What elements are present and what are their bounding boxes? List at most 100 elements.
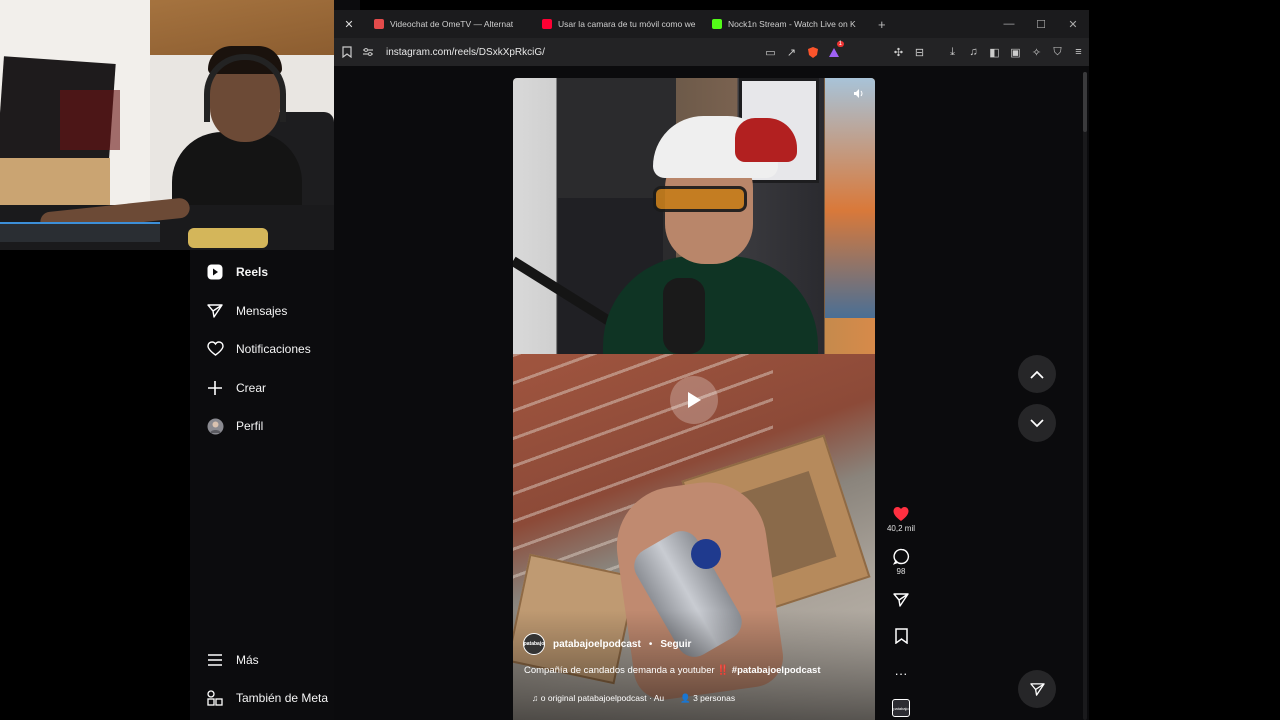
scrollbar-thumb[interactable] (1083, 72, 1087, 132)
next-reel-button[interactable] (1018, 404, 1056, 442)
sidebar-toggle-icon[interactable]: ◧ (984, 38, 1005, 66)
like-button[interactable]: 40,2 mil (886, 506, 916, 533)
kick-favicon-icon (712, 19, 722, 29)
separator-dot: • (648, 638, 653, 650)
music-icon[interactable]: ♫ (963, 38, 984, 66)
cast-icon[interactable]: ▭ (760, 38, 781, 66)
close-window-icon[interactable]: ✕ (1057, 10, 1089, 38)
tab-camara[interactable]: Usar la camara de tu móvil como we (532, 10, 702, 38)
download-icon[interactable]: ⤓ (942, 38, 963, 66)
menu-icon (206, 651, 224, 669)
sidebar-item-tambien-de-meta[interactable]: También de Meta (206, 687, 328, 709)
browser-menu-icon[interactable]: ≡ (1068, 38, 1089, 66)
reel-author: patabajo patabajoelpodcast • Seguir (523, 633, 691, 655)
author-avatar[interactable]: patabajo (523, 633, 545, 655)
scrollbar[interactable] (1083, 72, 1087, 720)
sidebar-item-label: Notificaciones (236, 342, 311, 356)
audio-cover: patabajo (892, 699, 910, 717)
comment-count: 98 (896, 567, 906, 576)
ellipsis-icon: ··· (894, 666, 908, 681)
video-frame-top (513, 78, 875, 366)
audio-label: o original patabajoelpodcast · Au (540, 693, 665, 703)
brave-shield-icon[interactable] (802, 38, 823, 66)
browser-window: ✕ Videochat de OmeTV — Alternat Usar la … (334, 10, 1089, 720)
heart-icon (206, 340, 224, 358)
caption-hashtag[interactable]: #patabajoelpodcast (732, 665, 821, 676)
chevron-up-icon (1030, 370, 1044, 379)
tab-label: Usar la camara de tu móvil como we (558, 19, 696, 29)
plus-icon (206, 379, 224, 397)
caption-emoji: ‼️ (717, 665, 730, 676)
person-icon: 👤 (680, 693, 691, 703)
tab-kick[interactable]: Nock1n Stream - Watch Live on K (702, 10, 868, 38)
minimize-icon[interactable]: — (993, 10, 1025, 38)
new-tab-button[interactable]: + (868, 10, 896, 38)
sidebar-item-label: Crear (236, 381, 267, 395)
audio-link[interactable]: ♫ o original patabajoelpodcast · Au (532, 693, 664, 704)
reels-icon (206, 263, 224, 281)
more-options-button[interactable]: ··· (886, 666, 916, 681)
site-info-icon[interactable] (357, 38, 378, 66)
share-button[interactable] (886, 592, 916, 608)
audio-thumbnail[interactable]: patabajo (886, 699, 916, 717)
send-icon (206, 302, 224, 320)
share-icon[interactable]: ↗ (781, 38, 802, 66)
people-label: 3 personas (693, 693, 736, 703)
author-name[interactable]: patabajoelpodcast (553, 639, 641, 650)
close-tab-icon[interactable]: ✕ (334, 10, 364, 38)
bookmark-icon (894, 628, 908, 644)
reel-caption: Compañía de candados demanda a youtuber … (524, 665, 821, 676)
leo-ai-icon[interactable]: ✧ (1026, 38, 1047, 66)
comment-icon (892, 548, 909, 565)
window-controls: — ☐ ✕ (993, 10, 1089, 38)
tab-bar: ✕ Videochat de OmeTV — Alternat Usar la … (334, 10, 1089, 38)
tab-label: Nock1n Stream - Watch Live on K (728, 19, 856, 29)
music-note-icon: ♫ (532, 693, 539, 703)
tab-ometv[interactable]: Videochat de OmeTV — Alternat (364, 10, 532, 38)
reel-meta: ♫ o original patabajoelpodcast · Au 👤 3 … (532, 693, 735, 704)
sound-icon[interactable] (853, 88, 865, 102)
sidebar-item-label: Perfil (236, 419, 264, 433)
sidebar-item-mensajes[interactable]: Mensajes (206, 300, 287, 322)
address-bar: instagram.com/reels/DSxkXpRkciG/ ▭ ↗ 1 ✣… (334, 38, 1089, 66)
chevron-down-icon (1030, 418, 1044, 427)
vpn-icon[interactable]: ⛉ (1047, 38, 1068, 66)
rewards-badge: 1 (836, 41, 844, 47)
tagged-people[interactable]: 👤 3 personas (680, 693, 735, 704)
save-button[interactable] (886, 628, 916, 644)
page-content: patabajo patabajoelpodcast • Seguir Comp… (334, 66, 1089, 720)
sidebar-item-mas[interactable]: Más (206, 649, 259, 671)
sidebar-item-label: Reels (236, 265, 269, 279)
sidebar-item-label: Mensajes (236, 304, 288, 318)
sidebar-item-label: También de Meta (236, 691, 329, 705)
heart-filled-icon (893, 507, 909, 521)
caption-text: Compañía de candados demanda a youtuber (524, 665, 715, 676)
sidebar-item-label: Más (236, 653, 259, 667)
webcam-overlay (0, 0, 334, 250)
comment-button[interactable]: 98 (886, 548, 916, 576)
grid-icon (206, 689, 224, 707)
tab-label: Videochat de OmeTV — Alternat (390, 19, 514, 29)
send-icon (1029, 682, 1045, 696)
play-button[interactable] (670, 376, 718, 424)
wallet-icon[interactable]: ▣ (1005, 38, 1026, 66)
like-count: 40,2 mil (886, 524, 915, 533)
brave-rewards-icon[interactable]: 1 (823, 38, 844, 66)
sidebar-item-reels[interactable]: Reels (206, 261, 268, 283)
messages-float-button[interactable] (1018, 670, 1056, 708)
url-field[interactable]: instagram.com/reels/DSxkXpRkciG/ (386, 47, 545, 58)
tab-search-icon[interactable]: ⊟ (909, 38, 930, 66)
reel-video[interactable]: patabajo patabajoelpodcast • Seguir Comp… (513, 78, 875, 720)
sidebar-item-crear[interactable]: Crear (206, 377, 266, 399)
avatar (206, 417, 224, 435)
maximize-icon[interactable]: ☐ (1025, 10, 1057, 38)
follow-button[interactable]: Seguir (660, 639, 691, 650)
bookmark-icon[interactable] (336, 38, 357, 66)
play-icon (688, 392, 701, 408)
sidebar-item-notificaciones[interactable]: Notificaciones (206, 338, 311, 360)
sidebar-item-perfil[interactable]: Perfil (206, 415, 263, 437)
youtube-favicon-icon (542, 19, 552, 29)
screen: Reels Mensajes Notificaciones Crear Perf… (0, 0, 1280, 720)
previous-reel-button[interactable] (1018, 355, 1056, 393)
extensions-icon[interactable]: ✣ (888, 38, 909, 66)
